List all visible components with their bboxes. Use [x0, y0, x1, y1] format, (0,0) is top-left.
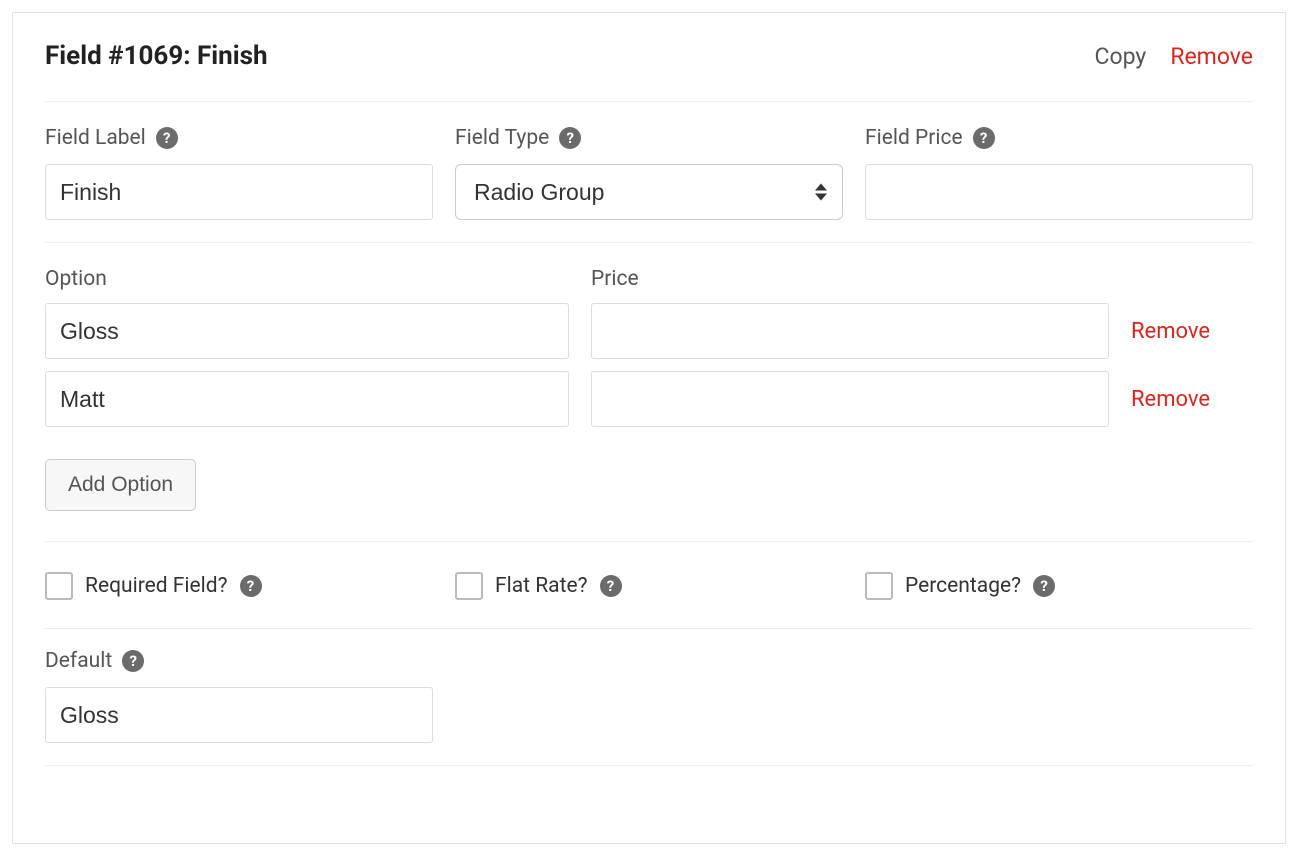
percentage-label: Percentage?	[905, 574, 1021, 598]
divider	[45, 242, 1253, 243]
price-column-label: Price	[591, 267, 1109, 291]
field-type-text: Field Type	[455, 126, 549, 150]
required-checkbox-item: Required Field? ?	[45, 572, 433, 600]
help-icon[interactable]: ?	[973, 127, 995, 149]
flat-rate-checkbox-item: Flat Rate? ?	[455, 572, 843, 600]
field-label-input[interactable]	[45, 164, 433, 220]
required-label: Required Field?	[85, 574, 228, 598]
field-type-select-wrap: Radio Group	[455, 164, 843, 220]
field-price-text: Field Price	[865, 126, 963, 150]
default-caption: Default ?	[45, 649, 1253, 673]
option-name-input[interactable]	[45, 303, 569, 359]
remove-option-button[interactable]: Remove	[1131, 387, 1253, 412]
divider	[45, 101, 1253, 102]
panel-header: Field #1069: Finish Copy Remove	[45, 41, 1253, 71]
field-label-text: Field Label	[45, 126, 146, 150]
option-row: Remove	[45, 303, 1253, 359]
flat-rate-checkbox[interactable]	[455, 572, 483, 600]
default-block: Default ?	[45, 649, 1253, 743]
percentage-checkbox[interactable]	[865, 572, 893, 600]
field-main-row: Field Label ? Field Type ? Radio Group F	[45, 126, 1253, 220]
required-checkbox[interactable]	[45, 572, 73, 600]
default-input[interactable]	[45, 687, 433, 743]
field-type-caption: Field Type ?	[455, 126, 843, 150]
default-label: Default	[45, 649, 112, 673]
option-name-input[interactable]	[45, 371, 569, 427]
options-header: Option Price	[45, 267, 1253, 303]
help-icon[interactable]: ?	[559, 127, 581, 149]
remove-option-button[interactable]: Remove	[1131, 319, 1253, 344]
field-type-group: Field Type ? Radio Group	[455, 126, 843, 220]
add-option-button[interactable]: Add Option	[45, 459, 196, 511]
option-column-label: Option	[45, 267, 569, 291]
flat-rate-label: Flat Rate?	[495, 574, 588, 598]
copy-button[interactable]: Copy	[1095, 43, 1147, 70]
option-price-input[interactable]	[591, 303, 1109, 359]
field-price-input[interactable]	[865, 164, 1253, 220]
field-label-caption: Field Label ?	[45, 126, 433, 150]
help-icon[interactable]: ?	[600, 575, 622, 597]
help-icon[interactable]: ?	[240, 575, 262, 597]
checkbox-row: Required Field? ? Flat Rate? ? Percentag…	[45, 566, 1253, 606]
field-config-panel: Field #1069: Finish Copy Remove Field La…	[12, 12, 1286, 844]
divider	[45, 628, 1253, 629]
help-icon[interactable]: ?	[1033, 575, 1055, 597]
option-price-input[interactable]	[591, 371, 1109, 427]
panel-actions: Copy Remove	[1095, 43, 1253, 70]
percentage-checkbox-item: Percentage? ?	[865, 572, 1253, 600]
field-label-group: Field Label ?	[45, 126, 433, 220]
help-icon[interactable]: ?	[122, 650, 144, 672]
divider	[45, 765, 1253, 766]
option-row: Remove	[45, 371, 1253, 427]
field-price-caption: Field Price ?	[865, 126, 1253, 150]
field-price-group: Field Price ?	[865, 126, 1253, 220]
panel-title: Field #1069: Finish	[45, 41, 268, 71]
help-icon[interactable]: ?	[156, 127, 178, 149]
options-block: Option Price Remove Remove Add Option	[45, 267, 1253, 511]
field-type-select[interactable]: Radio Group	[455, 164, 843, 220]
divider	[45, 541, 1253, 542]
remove-field-button[interactable]: Remove	[1170, 43, 1253, 70]
